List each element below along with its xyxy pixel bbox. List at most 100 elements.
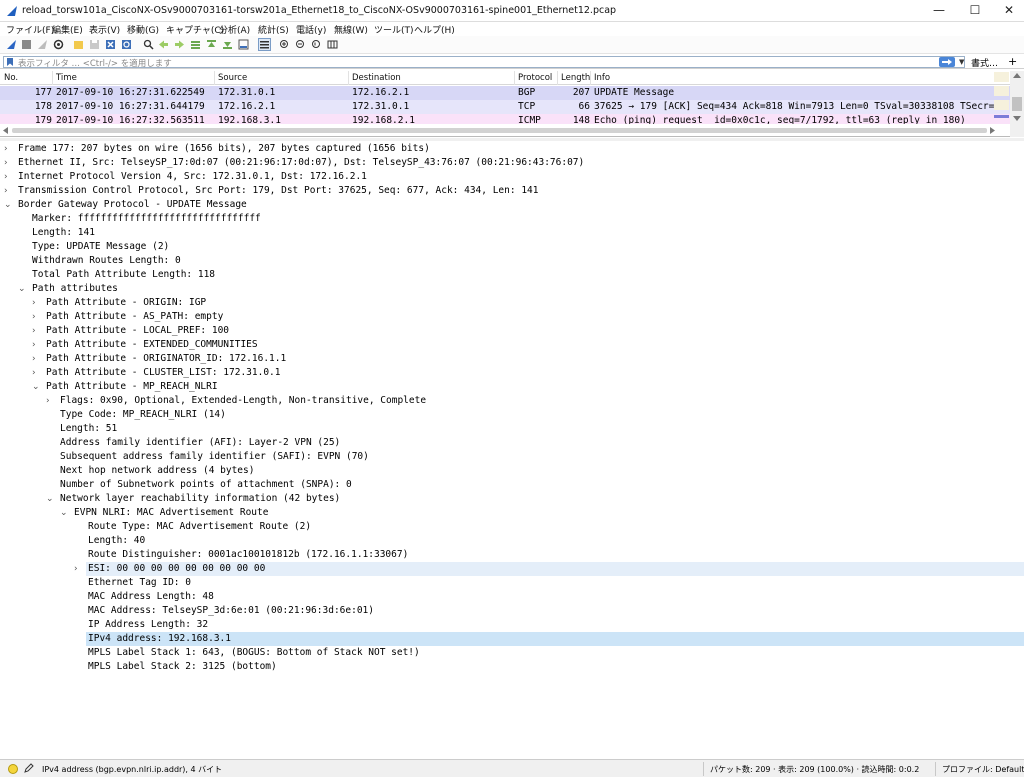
restart-icon[interactable]: [37, 39, 48, 50]
maximize-button[interactable]: ☐: [958, 0, 992, 22]
detail-tree-item[interactable]: Route Distinguisher: 0001ac100101812b (1…: [0, 548, 1024, 562]
detail-tree-item[interactable]: Type: UPDATE Message (2): [0, 240, 1024, 254]
capture-comment-icon[interactable]: [24, 763, 34, 773]
detail-tree-item[interactable]: ⌄ EVPN NLRI: MAC Advertisement Route: [0, 506, 1024, 520]
detail-tree-item[interactable]: › Frame 177: 207 bytes on wire (1656 bits…: [0, 142, 1024, 156]
expert-info-indicator-icon[interactable]: [8, 764, 18, 774]
detail-tree-item[interactable]: Type Code: MP_REACH_NLRI (14): [0, 408, 1024, 422]
column-info[interactable]: Info: [594, 73, 610, 83]
expand-arrow-icon[interactable]: ›: [4, 156, 8, 170]
scroll-up-icon[interactable]: [1013, 73, 1021, 78]
go-last-icon[interactable]: [222, 39, 233, 50]
expand-arrow-icon[interactable]: ›: [4, 184, 8, 198]
expand-arrow-icon[interactable]: ›: [74, 562, 78, 576]
go-back-icon[interactable]: [158, 39, 169, 50]
close-button[interactable]: ✕: [992, 0, 1024, 22]
open-file-icon[interactable]: [73, 39, 84, 50]
column-length[interactable]: Length: [561, 73, 590, 83]
zoom-normal-icon[interactable]: [311, 39, 322, 50]
detail-tree-item[interactable]: Withdrawn Routes Length: 0: [0, 254, 1024, 268]
expression-button[interactable]: 書式…: [971, 56, 998, 69]
options-icon[interactable]: [53, 39, 64, 50]
detail-tree-item[interactable]: › Path Attribute - LOCAL_PREF: 100: [0, 324, 1024, 338]
detail-tree-item[interactable]: › Path Attribute - AS_PATH: empty: [0, 310, 1024, 324]
packet-row[interactable]: 178 2017-09-10 16:27:31.644179 172.16.2.1 1…: [0, 100, 1010, 114]
scroll-down-icon[interactable]: [1013, 116, 1021, 121]
collapse-arrow-icon[interactable]: ⌄: [32, 380, 40, 394]
detail-tree-item[interactable]: › Path Attribute - ORIGIN: IGP: [0, 296, 1024, 310]
expand-arrow-icon[interactable]: ›: [32, 310, 36, 324]
expand-arrow-icon[interactable]: ›: [32, 352, 36, 366]
detail-tree-item[interactable]: Route Type: MAC Advertisement Route (2): [0, 520, 1024, 534]
go-to-packet-icon[interactable]: [190, 39, 201, 50]
detail-tree-item[interactable]: ⌄ Border Gateway Protocol - UPDATE Messag…: [0, 198, 1024, 212]
resize-columns-icon[interactable]: [327, 39, 338, 50]
detail-tree-item[interactable]: › Path Attribute - CLUSTER_LIST: 172.31.0…: [0, 366, 1024, 380]
autoscroll-icon[interactable]: [238, 39, 249, 50]
collapse-arrow-icon[interactable]: ⌄: [60, 506, 68, 520]
add-filter-button[interactable]: +: [1008, 55, 1017, 68]
detail-tree-item[interactable]: IPv4 address: 192.168.3.1: [0, 632, 1024, 646]
apply-filter-button[interactable]: [939, 57, 955, 67]
shark-fin-start-icon[interactable]: [6, 39, 17, 50]
expand-arrow-icon[interactable]: ›: [32, 338, 36, 352]
detail-tree-item[interactable]: IP Address Length: 32: [0, 618, 1024, 632]
vertical-scroll-thumb[interactable]: [1012, 97, 1022, 111]
detail-tree-item[interactable]: Address family identifier (AFI): Layer-2…: [0, 436, 1024, 450]
menu-tools[interactable]: ツール(T): [374, 23, 414, 36]
menu-capture[interactable]: キャプチャ(C): [166, 23, 224, 36]
detail-tree-item[interactable]: Number of Subnetwork points of attachmen…: [0, 478, 1024, 492]
menu-help[interactable]: ヘルプ(H): [414, 23, 455, 36]
detail-tree-item[interactable]: › Path Attribute - ORIGINATOR_ID: 172.16.…: [0, 352, 1024, 366]
expand-arrow-icon[interactable]: ›: [32, 366, 36, 380]
expand-arrow-icon[interactable]: ›: [4, 170, 8, 184]
collapse-arrow-icon[interactable]: ⌄: [46, 492, 54, 506]
status-profile[interactable]: プロファイル: Default: [942, 764, 1024, 775]
chevron-down-icon[interactable]: ▼: [959, 58, 964, 66]
expand-arrow-icon[interactable]: ›: [32, 296, 36, 310]
detail-tree-item[interactable]: › Internet Protocol Version 4, Src: 172.3…: [0, 170, 1024, 184]
zoom-out-icon[interactable]: [295, 39, 306, 50]
menu-statistics[interactable]: 統計(S): [258, 23, 289, 36]
detail-tree-item[interactable]: MAC Address Length: 48: [0, 590, 1024, 604]
display-filter-input[interactable]: 表示フィルタ … <Ctrl-/> を適用します ▼: [3, 56, 965, 69]
column-protocol[interactable]: Protocol: [518, 73, 552, 83]
detail-tree-item[interactable]: ⌄ Network layer reachability information …: [0, 492, 1024, 506]
scroll-left-icon[interactable]: [3, 127, 8, 134]
detail-tree-item[interactable]: MAC Address: TelseySP_3d:6e:01 (00:21:96…: [0, 604, 1024, 618]
packet-list-horizontal-scrollbar[interactable]: [0, 124, 1010, 136]
column-destination[interactable]: Destination: [352, 73, 401, 83]
detail-tree-item[interactable]: Total Path Attribute Length: 118: [0, 268, 1024, 282]
detail-tree-item[interactable]: Marker: ffffffffffffffffffffffffffffffff: [0, 212, 1024, 226]
packet-minimap[interactable]: [994, 72, 1009, 122]
detail-tree-item[interactable]: Ethernet Tag ID: 0: [0, 576, 1024, 590]
scroll-right-icon[interactable]: [990, 127, 995, 134]
menu-analyze[interactable]: 分析(A): [219, 23, 250, 36]
column-time[interactable]: Time: [56, 73, 77, 83]
go-forward-icon[interactable]: [174, 39, 185, 50]
menu-go[interactable]: 移動(G): [127, 23, 159, 36]
close-file-icon[interactable]: [105, 39, 116, 50]
detail-tree-item[interactable]: › ESI: 00 00 00 00 00 00 00 00 00: [0, 562, 1024, 576]
colorize-icon[interactable]: [258, 38, 271, 51]
detail-tree-item[interactable]: › Transmission Control Protocol, Src Port…: [0, 184, 1024, 198]
reload-icon[interactable]: [121, 39, 132, 50]
stop-icon[interactable]: [21, 39, 32, 50]
detail-tree-item[interactable]: › Path Attribute - EXTENDED_COMMUNITIES: [0, 338, 1024, 352]
go-first-icon[interactable]: [206, 39, 217, 50]
menu-telephony[interactable]: 電話(y): [296, 23, 326, 36]
zoom-in-icon[interactable]: [279, 39, 290, 50]
detail-tree-item[interactable]: ⌄ Path Attribute - MP_REACH_NLRI: [0, 380, 1024, 394]
expand-arrow-icon[interactable]: ›: [32, 324, 36, 338]
detail-tree-item[interactable]: Length: 40: [0, 534, 1024, 548]
detail-tree-item[interactable]: MPLS Label Stack 2: 3125 (bottom): [0, 660, 1024, 674]
detail-tree-item[interactable]: Length: 141: [0, 226, 1024, 240]
minimize-button[interactable]: —: [922, 0, 956, 22]
menu-wireless[interactable]: 無線(W): [334, 23, 368, 36]
collapse-arrow-icon[interactable]: ⌄: [4, 198, 12, 212]
menu-edit[interactable]: 編集(E): [52, 23, 83, 36]
save-file-icon[interactable]: [89, 39, 100, 50]
find-icon[interactable]: [143, 39, 154, 50]
detail-tree-item[interactable]: ⌄ Path attributes: [0, 282, 1024, 296]
bookmark-icon[interactable]: [6, 58, 14, 66]
